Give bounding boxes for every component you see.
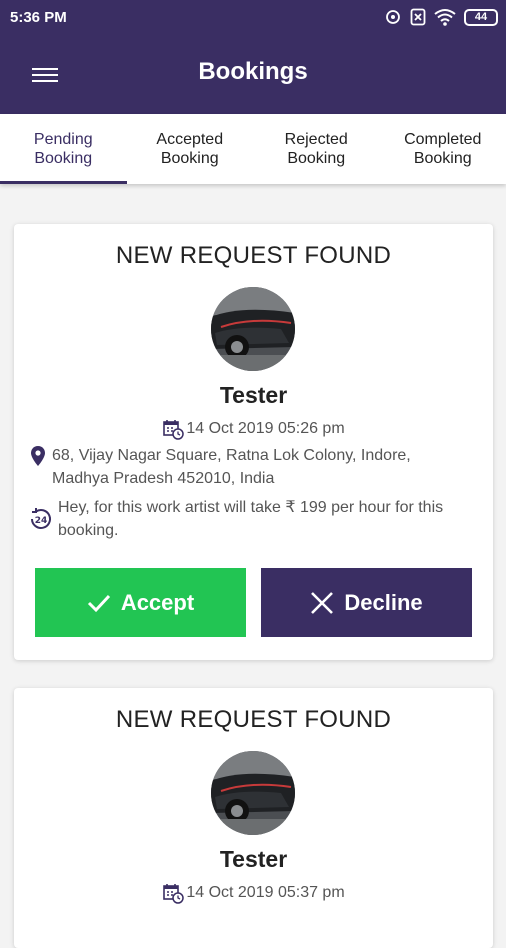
tab-label-line2: Booking: [404, 149, 481, 168]
tab-label-line2: Booking: [156, 149, 223, 168]
user-name: Tester: [14, 846, 493, 873]
avatar: [211, 751, 295, 835]
avatar: [211, 287, 295, 371]
tab-label-line1: Pending: [34, 130, 93, 149]
top-bar: 5:36 PM 44: [0, 0, 506, 114]
svg-text:24: 24: [35, 516, 48, 526]
location-pin-icon: [30, 445, 46, 467]
booking-rate-text: Hey, for this work artist will take ₹ 19…: [58, 496, 473, 542]
booking-address: 68, Vijay Nagar Square, Ratna Lok Colony…: [30, 444, 471, 490]
close-icon: [310, 591, 334, 615]
decline-button[interactable]: Decline: [261, 568, 472, 637]
accept-button-label: Accept: [121, 590, 194, 616]
sync-icon: [384, 8, 402, 26]
no-sim-icon: [410, 8, 426, 26]
booking-card: NEW REQUEST FOUND Tester 14 Oct 2019 05:…: [14, 688, 493, 948]
tab-accepted-booking[interactable]: AcceptedBooking: [127, 114, 254, 184]
battery-icon: 44: [464, 9, 498, 26]
tab-rejected-booking[interactable]: RejectedBooking: [253, 114, 380, 184]
accept-button[interactable]: Accept: [35, 568, 246, 637]
booking-datetime: 14 Oct 2019 05:26 pm: [14, 418, 493, 440]
booking-datetime-text: 14 Oct 2019 05:26 pm: [186, 420, 344, 438]
booking-card: NEW REQUEST FOUND Tester 14 Oct 2019 05:…: [14, 224, 493, 660]
24-hours-icon: 24: [28, 506, 54, 532]
tab-label-line2: Booking: [34, 149, 93, 168]
tab-label-line2: Booking: [285, 149, 348, 168]
tab-label-line1: Rejected: [285, 130, 348, 149]
calendar-clock-icon: [162, 882, 184, 904]
tab-label-line1: Accepted: [156, 130, 223, 149]
calendar-clock-icon: [162, 418, 184, 440]
tab-pending-booking[interactable]: PendingBooking: [0, 114, 127, 184]
booking-datetime-text: 14 Oct 2019 05:37 pm: [186, 884, 344, 902]
status-icons: 44: [384, 8, 498, 26]
tab-completed-booking[interactable]: CompletedBooking: [380, 114, 506, 184]
wifi-icon: [434, 8, 456, 26]
user-name: Tester: [14, 382, 493, 409]
booking-address-text: 68, Vijay Nagar Square, Ratna Lok Colony…: [52, 444, 471, 490]
status-time: 5:36 PM: [10, 9, 67, 26]
booking-rate-info: 24 Hey, for this work artist will take ₹…: [28, 496, 473, 542]
booking-tabs: PendingBooking AcceptedBooking RejectedB…: [0, 114, 506, 184]
request-heading: NEW REQUEST FOUND: [14, 706, 493, 734]
booking-datetime: 14 Oct 2019 05:37 pm: [14, 882, 493, 904]
status-bar: 5:36 PM 44: [0, 0, 506, 36]
check-icon: [87, 593, 111, 613]
request-heading: NEW REQUEST FOUND: [14, 242, 493, 270]
tab-label-line1: Completed: [404, 130, 481, 149]
decline-button-label: Decline: [344, 590, 422, 616]
app-bar: Bookings: [0, 40, 506, 110]
page-title: Bookings: [0, 58, 506, 86]
